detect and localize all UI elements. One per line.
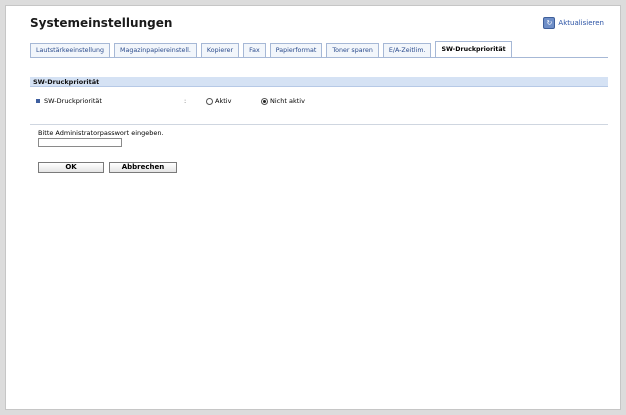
- cancel-button[interactable]: Abbrechen: [109, 162, 177, 173]
- refresh-label: Aktualisieren: [558, 19, 604, 27]
- radio-option-nicht-aktiv[interactable]: Nicht aktiv: [261, 96, 305, 106]
- tab-lautstaerkeeinstellung[interactable]: Lautstärkeeinstellung: [30, 43, 111, 57]
- square-bullet-icon: [36, 99, 40, 103]
- setting-label: SW-Druckpriorität: [44, 97, 102, 105]
- setting-separator: :: [184, 97, 187, 105]
- radio-nicht-aktiv[interactable]: [261, 97, 268, 105]
- page-title: Systemeinstellungen: [30, 16, 173, 30]
- section-divider: [30, 124, 608, 125]
- tab-toner-sparen[interactable]: Toner sparen: [326, 43, 379, 57]
- tab-papierformat[interactable]: Papierformat: [269, 43, 323, 57]
- radio-option-aktiv[interactable]: Aktiv: [206, 96, 231, 106]
- tab-kopierer[interactable]: Kopierer: [200, 43, 240, 57]
- radio-aktiv[interactable]: [206, 97, 213, 105]
- password-label: Bitte Administratorpasswort eingeben.: [38, 129, 164, 137]
- tab-ea-zeitlimit[interactable]: E/A-Zeitlim.: [382, 43, 432, 57]
- tab-bar: Lautstärkeeinstellung Magazinpapiereinst…: [30, 41, 516, 57]
- ok-button[interactable]: OK: [38, 162, 104, 173]
- section-header: SW-Druckpriorität: [30, 77, 608, 87]
- main-panel: Systemeinstellungen ↻ Aktualisieren Laut…: [5, 5, 621, 410]
- tab-fax[interactable]: Fax: [243, 43, 266, 57]
- radio-label-nicht-aktiv: Nicht aktiv: [270, 97, 305, 105]
- radio-label-aktiv: Aktiv: [215, 97, 232, 105]
- refresh-icon: ↻: [543, 17, 556, 29]
- password-field[interactable]: [38, 138, 122, 147]
- refresh-link[interactable]: ↻ Aktualisieren: [543, 17, 604, 29]
- tab-divider: [30, 57, 608, 58]
- setting-row-sw-druckprioritaet: SW-Druckpriorität : Aktiv Nicht aktiv: [36, 96, 596, 106]
- tab-magazinpapiereinstellung[interactable]: Magazinpapiereinstell.: [114, 43, 197, 57]
- tab-sw-druckprioritaet[interactable]: SW-Druckpriorität: [435, 41, 512, 57]
